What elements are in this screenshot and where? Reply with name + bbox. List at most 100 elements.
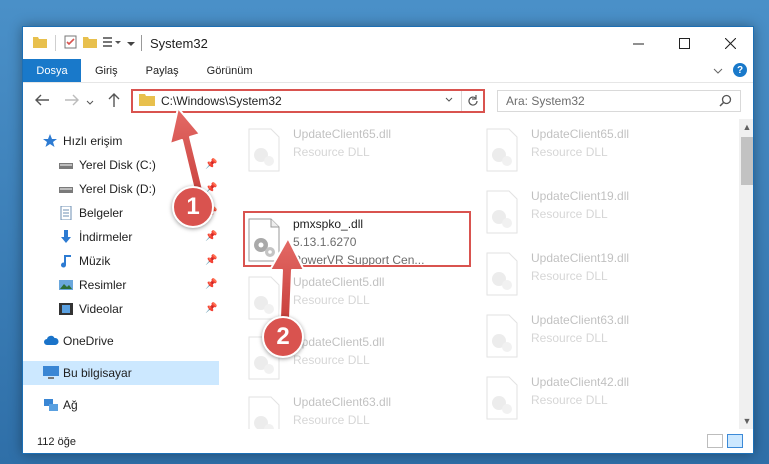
scroll-thumb[interactable] <box>741 137 753 185</box>
view-toggle <box>707 434 743 448</box>
computer-icon <box>43 366 59 380</box>
quick-access-toolbar <box>23 35 135 52</box>
properties-icon[interactable] <box>64 35 77 52</box>
sidebar-item-label: Yerel Disk (D:) <box>79 182 156 196</box>
list-item[interactable]: UpdateClient63.dll Resource DLL <box>483 309 713 365</box>
tab-home[interactable]: Giriş <box>81 59 132 82</box>
pin-icon[interactable]: 📌 <box>205 279 217 290</box>
tab-file[interactable]: Dosya <box>23 59 81 82</box>
pictures-icon <box>59 278 73 292</box>
file-type: Resource DLL <box>293 145 370 159</box>
item-count: 112 öğe <box>37 436 76 448</box>
new-folder-icon[interactable] <box>83 36 97 51</box>
scroll-down-icon[interactable]: ▼ <box>739 413 753 429</box>
sidebar-item-label: OneDrive <box>63 334 114 348</box>
sidebar-item-videos[interactable]: Videolar 📌 <box>23 297 219 321</box>
network-icon <box>43 398 58 412</box>
drive-icon <box>59 158 73 172</box>
file-type: Resource DLL <box>531 331 608 345</box>
window-title: System32 <box>150 35 208 51</box>
music-icon <box>59 254 73 268</box>
up-arrow-icon[interactable] <box>103 92 125 110</box>
dll-file-icon <box>245 395 283 429</box>
file-type: Resource DLL <box>531 145 608 159</box>
search-icon[interactable] <box>719 94 732 110</box>
chevron-down-icon[interactable] <box>445 94 453 106</box>
sidebar-item-label: İndirmeler <box>79 230 133 244</box>
help-icon[interactable]: ? <box>733 63 747 77</box>
list-item[interactable]: UpdateClient63.dll Resource DLL <box>245 391 475 429</box>
videos-icon <box>59 302 73 316</box>
address-bar[interactable]: C:\Windows\System32 <box>131 89 485 113</box>
sidebar-item-this-pc[interactable]: Bu bilgisayar <box>23 361 219 385</box>
star-icon <box>43 134 57 148</box>
tab-view[interactable]: Görünüm <box>193 59 267 82</box>
chevron-down-icon[interactable] <box>127 36 135 50</box>
file-name: UpdateClient19.dll <box>531 251 630 265</box>
sidebar-item-onedrive[interactable]: OneDrive <box>23 329 219 353</box>
sidebar-item-local-disk-c[interactable]: Yerel Disk (C:) 📌 <box>23 153 219 177</box>
list-item[interactable]: UpdateClient65.dll Resource DLL <box>245 123 475 179</box>
recent-locations-icon[interactable] <box>83 93 97 109</box>
file-name: UpdateClient63.dll <box>293 395 392 409</box>
large-icons-view-icon[interactable] <box>727 434 743 448</box>
forward-arrow-icon[interactable] <box>61 93 83 109</box>
drive-icon <box>59 182 73 196</box>
download-icon <box>59 230 73 244</box>
folder-icon <box>33 36 47 51</box>
navigation-pane: Hızlı erişim Yerel Disk (C:) 📌 Yerel Dis… <box>23 119 219 429</box>
list-item[interactable]: UpdateClient19.dll Resource DLL <box>483 247 713 303</box>
sidebar-item-pictures[interactable]: Resimler 📌 <box>23 273 219 297</box>
sidebar-item-downloads[interactable]: İndirmeler 📌 <box>23 225 219 249</box>
search-placeholder: Ara: System32 <box>506 94 585 108</box>
list-item[interactable]: UpdateClient65.dll Resource DLL <box>483 123 713 179</box>
pin-icon[interactable]: 📌 <box>205 159 217 170</box>
file-type: Resource DLL <box>293 293 370 307</box>
sidebar-item-label: Hızlı erişim <box>63 134 123 148</box>
sidebar-item-label: Belgeler <box>79 206 124 220</box>
address-row: C:\Windows\System32 Ara: System32 <box>23 83 753 119</box>
back-arrow-icon[interactable] <box>31 93 53 109</box>
highlight-box <box>243 211 471 267</box>
sidebar-item-quick-access[interactable]: Hızlı erişim <box>23 129 219 153</box>
file-explorer-window: System32 Dosya Giriş Paylaş Görünüm ? C:… <box>22 26 754 454</box>
sidebar-item-music[interactable]: Müzik 📌 <box>23 249 219 273</box>
list-item[interactable]: UpdateClient19.dll Resource DLL <box>483 185 713 241</box>
refresh-button[interactable] <box>461 91 483 111</box>
vertical-scrollbar[interactable]: ▲ ▼ <box>739 119 753 429</box>
file-name: UpdateClient42.dll <box>531 375 630 389</box>
pin-icon[interactable]: 📌 <box>205 303 217 314</box>
ribbon-right-controls: ? <box>713 63 747 77</box>
pin-icon[interactable]: 📌 <box>205 255 217 266</box>
sidebar-item-network[interactable]: Ağ <box>23 393 219 417</box>
ribbon-tabs: Dosya Giriş Paylaş Görünüm ? <box>23 59 753 83</box>
list-item[interactable]: UpdateClient42.dll Resource DLL <box>483 371 713 427</box>
sidebar-item-label: Videolar <box>79 302 123 316</box>
title-bar: System32 <box>23 27 753 59</box>
sidebar-item-label: Resimler <box>79 278 127 292</box>
cloud-icon <box>43 334 59 348</box>
address-path[interactable]: C:\Windows\System32 <box>161 94 282 108</box>
dll-file-icon <box>483 313 521 359</box>
sidebar-item-label: Yerel Disk (C:) <box>79 158 156 172</box>
window-controls <box>615 27 753 59</box>
dll-file-icon <box>245 127 283 173</box>
toolbar-divider <box>55 35 56 51</box>
search-input[interactable]: Ara: System32 <box>497 90 741 112</box>
sidebar-item-label: Ağ <box>63 398 78 412</box>
tab-share[interactable]: Paylaş <box>132 59 193 82</box>
expand-ribbon-icon[interactable] <box>713 63 723 77</box>
file-name: UpdateClient65.dll <box>293 127 392 141</box>
file-name: UpdateClient5.dll <box>293 275 385 289</box>
pin-icon[interactable]: 📌 <box>205 231 217 242</box>
step-2-badge: 2 <box>262 316 304 358</box>
minimize-button[interactable] <box>615 27 661 59</box>
close-button[interactable] <box>707 27 753 59</box>
maximize-button[interactable] <box>661 27 707 59</box>
scroll-up-icon[interactable]: ▲ <box>739 119 753 135</box>
status-bar: 112 öğe <box>23 429 753 453</box>
customize-toolbar-icon[interactable] <box>103 36 121 51</box>
documents-icon <box>59 205 73 221</box>
sidebar-item-label: Bu bilgisayar <box>63 366 132 380</box>
details-view-icon[interactable] <box>707 434 723 448</box>
